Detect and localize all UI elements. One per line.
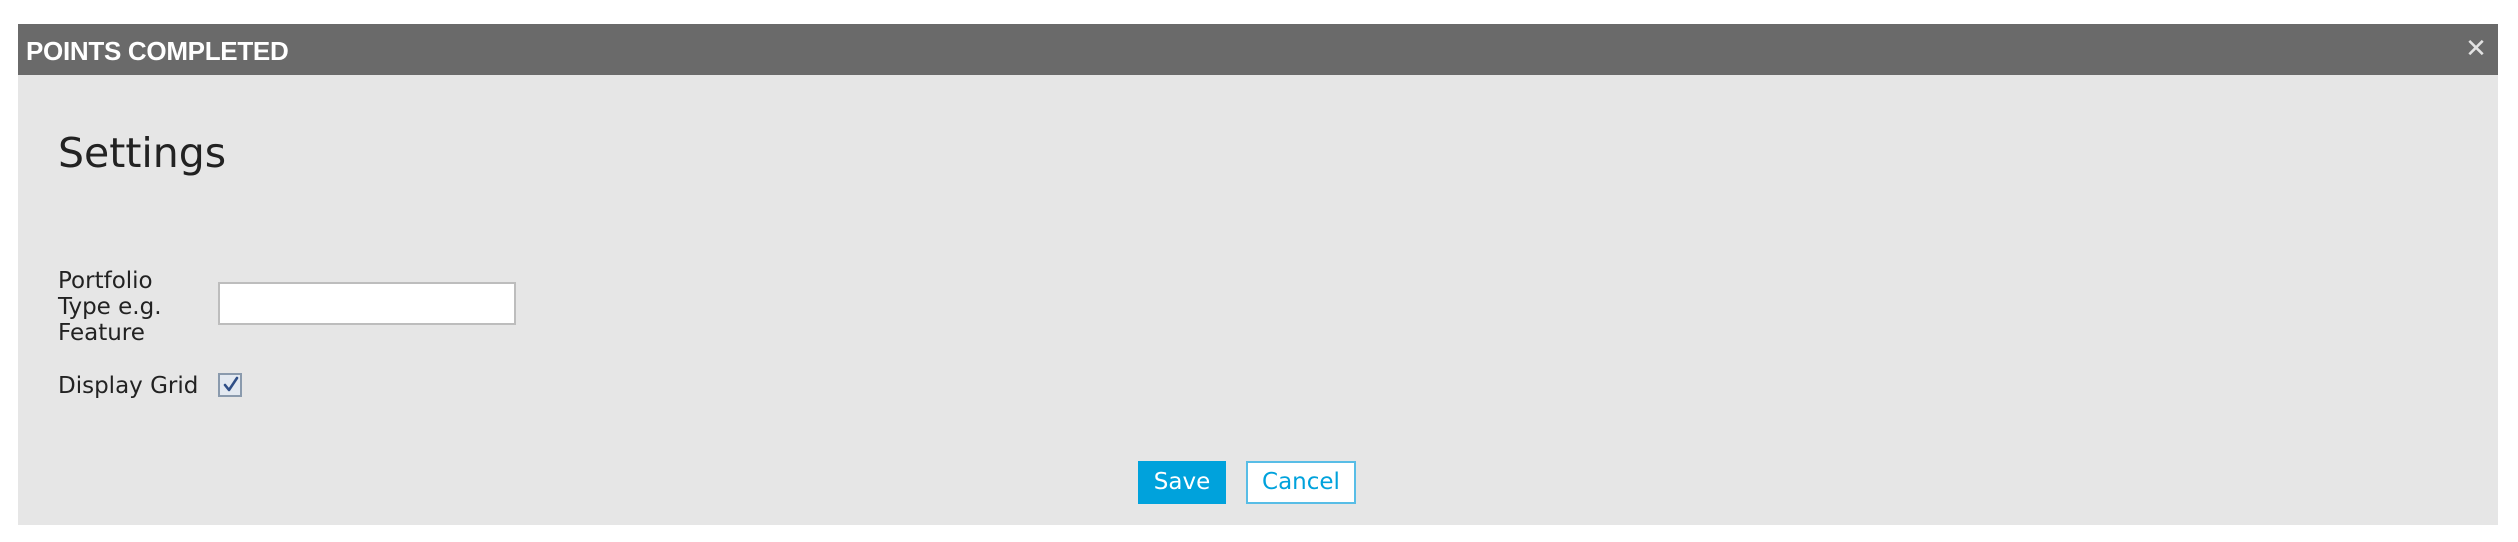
close-icon[interactable]: ✕ [2462,32,2490,66]
display-grid-checkbox[interactable] [218,373,242,397]
portfolio-type-input[interactable] [218,282,516,325]
save-button[interactable]: Save [1138,461,1226,504]
dialog-titlebar: POINTS COMPLETED ✕ [18,24,2498,75]
dialog-title: POINTS COMPLETED [26,36,289,66]
settings-heading: Settings [58,129,227,177]
display-grid-label: Display Grid [58,373,199,399]
checkmark-icon [223,376,239,392]
cancel-button[interactable]: Cancel [1246,461,1356,504]
settings-dialog: POINTS COMPLETED ✕ Settings Portfolio Ty… [18,24,2498,525]
portfolio-type-label: Portfolio Type e.g. Feature [58,268,162,346]
